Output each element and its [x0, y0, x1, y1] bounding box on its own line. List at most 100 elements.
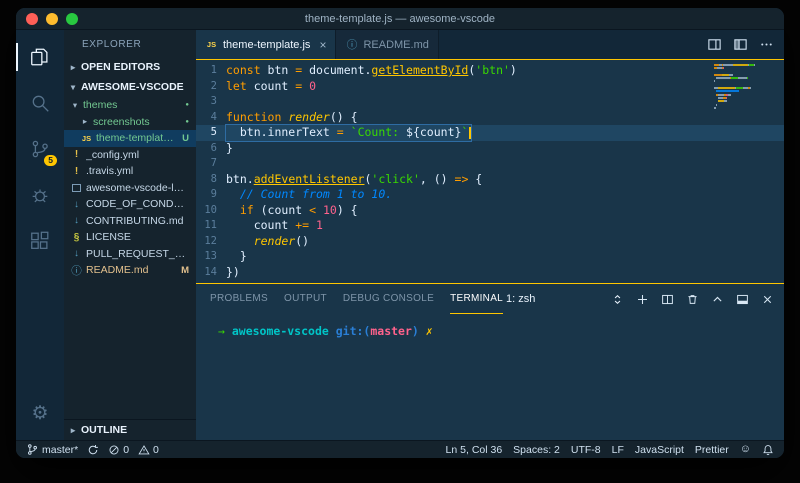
workspace-section[interactable]: ▾ AWESOME-VSCODE: [64, 77, 196, 97]
tree-item-code-of-conduct[interactable]: ↓ CODE_OF_CONDUCT.…: [64, 196, 196, 213]
tree-item-theme-template[interactable]: JS theme-template… U: [64, 130, 196, 147]
code-line-9[interactable]: 9 // Count from 1 to 10.: [196, 187, 784, 203]
line-number: 10: [204, 203, 217, 216]
activity-debug[interactable]: [16, 172, 64, 218]
status-formatter[interactable]: Prettier: [695, 444, 729, 456]
bell-icon: [763, 444, 773, 455]
status-git-branch[interactable]: master*: [26, 443, 78, 456]
status-label: 0: [153, 443, 159, 456]
tab-theme-template-js[interactable]: JS theme-template.js ×: [196, 30, 336, 59]
line-number: 13: [204, 250, 217, 262]
tree-item-pull-request-temp[interactable]: ↓ PULL_REQUEST_TEMP…: [64, 246, 196, 263]
scm-count-badge: 5: [44, 154, 57, 166]
editor-layout-button[interactable]: [733, 37, 748, 52]
text-cursor: [469, 126, 471, 139]
title-bar[interactable]: theme-template.js — awesome-vscode: [16, 8, 784, 30]
chevron-right-icon: ▸: [70, 61, 76, 72]
code-line-4[interactable]: 4 function render() {: [196, 110, 784, 126]
status-label: Prettier: [694, 443, 729, 456]
close-tab-icon[interactable]: ×: [319, 38, 326, 52]
status-label: LF: [611, 443, 624, 456]
code-line-10[interactable]: 10 if (count < 10) {: [196, 203, 784, 219]
file-label: .travis.yml: [86, 165, 134, 178]
file-label: awesome-vscode-logo…: [86, 181, 189, 194]
code-text: }: [226, 249, 247, 263]
minimize-window-button[interactable]: [46, 13, 58, 25]
code-line-1[interactable]: 1 const btn = document.getElementById('bt…: [196, 63, 784, 79]
line-number: 4: [210, 110, 217, 123]
status-indentation[interactable]: Spaces: 2: [513, 444, 560, 456]
more-actions-button[interactable]: [759, 37, 774, 52]
code-line-6[interactable]: 6}: [196, 141, 784, 157]
status-sync[interactable]: [87, 444, 99, 456]
code-line-11[interactable]: 11 count += 1: [196, 218, 784, 234]
activity-bar: 5 ⚙: [16, 30, 64, 440]
tree-item-contributing-md[interactable]: ↓ CONTRIBUTING.md: [64, 213, 196, 230]
status-errors[interactable]: 0: [108, 444, 129, 456]
tree-item-screenshots[interactable]: ▸ screenshots ●: [64, 114, 196, 131]
activity-extensions[interactable]: [16, 218, 64, 264]
panel-tab-output[interactable]: OUTPUT: [284, 284, 327, 314]
new-terminal-button[interactable]: [636, 293, 649, 306]
status-line-col[interactable]: Ln 5, Col 36: [446, 444, 503, 456]
markdown-file-icon: ↓: [74, 198, 79, 210]
minimap[interactable]: [714, 64, 772, 110]
status-encoding[interactable]: UTF-8: [571, 444, 601, 456]
kill-terminal-button[interactable]: [686, 293, 699, 306]
code-line-3[interactable]: 3: [196, 94, 784, 110]
code-line-5[interactable]: 5 btn.innerText = `Count: ${count}`: [196, 124, 784, 142]
code-editor[interactable]: 1 const btn = document.getElementById('bt…: [196, 60, 784, 283]
activity-explorer[interactable]: [16, 34, 64, 80]
maximize-panel-button[interactable]: [711, 293, 724, 306]
terminal[interactable]: → awesome-vscode git:(master) ✗: [196, 314, 784, 440]
line-number: 9: [210, 188, 217, 200]
tree-item-awesome-vscode-logo[interactable]: awesome-vscode-logo…: [64, 180, 196, 197]
close-panel-button[interactable]: [761, 293, 774, 306]
tree-item-readme-md[interactable]: ⓘ README.md M: [64, 262, 196, 279]
panel-tab-terminal[interactable]: TERMINAL: [450, 284, 504, 314]
code-line-8[interactable]: 8 btn.addEventListener('click', () => {: [196, 172, 784, 188]
code-line-2[interactable]: 2 let count = 0: [196, 79, 784, 95]
errors-icon: [109, 444, 119, 455]
code-line-7[interactable]: 7: [196, 156, 784, 172]
code-line-14[interactable]: 14}): [196, 265, 784, 281]
line-number: 1: [210, 64, 217, 76]
feedback-icon: ☺: [739, 443, 751, 455]
code-text: let count = 0: [226, 78, 317, 93]
status-notifications[interactable]: [762, 444, 774, 456]
outline-section[interactable]: ▸ OUTLINE: [64, 419, 196, 440]
code-text: }): [226, 264, 240, 279]
status-feedback[interactable]: ☺: [740, 444, 751, 455]
split-terminal-button[interactable]: [661, 293, 674, 306]
tree-item-config-yml[interactable]: ! _config.yml: [64, 147, 196, 164]
terminal-picker[interactable]: 1: zsh: [506, 293, 624, 306]
git-status-badge: M: [181, 264, 189, 276]
tree-item-travis-yml[interactable]: ! .travis.yml: [64, 163, 196, 180]
tree-item-license[interactable]: § LICENSE: [64, 229, 196, 246]
status-eol[interactable]: LF: [612, 444, 624, 456]
status-warnings[interactable]: 0: [138, 444, 159, 456]
toggle-panel-button[interactable]: [736, 293, 749, 306]
close-window-button[interactable]: [26, 13, 38, 25]
git-modified-dot: ●: [185, 102, 189, 109]
settings-button[interactable]: ⚙: [16, 390, 64, 436]
activity-search[interactable]: [16, 80, 64, 126]
status-language[interactable]: JavaScript: [635, 444, 684, 456]
tab-readme-md[interactable]: ⓘ README.md: [335, 30, 439, 59]
license-file-icon: §: [73, 231, 80, 243]
status-label: master*: [42, 443, 79, 456]
zoom-window-button[interactable]: [66, 13, 78, 25]
panel-tab-problems[interactable]: PROBLEMS: [210, 284, 268, 314]
markdown-file-icon: ↓: [74, 215, 79, 227]
yaml-file-icon: !: [74, 165, 79, 177]
line-number: 5: [210, 126, 217, 138]
tree-item-themes[interactable]: ▾ themes ●: [64, 97, 196, 114]
split-editor-button[interactable]: [707, 37, 722, 52]
info-file-icon: ⓘ: [71, 264, 82, 277]
open-editors-section[interactable]: ▸ OPEN EDITORS: [64, 57, 196, 77]
code-line-12[interactable]: 12 render(): [196, 234, 784, 250]
code-line-13[interactable]: 13 }: [196, 249, 784, 265]
file-label: CONTRIBUTING.md: [86, 214, 184, 227]
activity-source-control[interactable]: 5: [16, 126, 64, 172]
panel-tab-debug-console[interactable]: DEBUG CONSOLE: [343, 284, 434, 314]
